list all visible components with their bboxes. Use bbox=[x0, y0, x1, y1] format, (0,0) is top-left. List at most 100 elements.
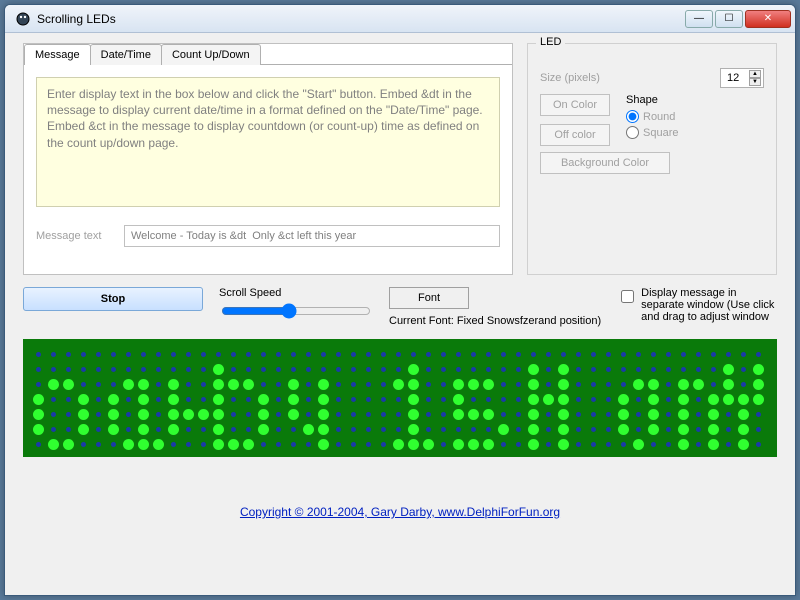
led-dot bbox=[528, 424, 539, 435]
led-dot bbox=[186, 367, 191, 372]
scroll-speed-slider[interactable] bbox=[221, 303, 371, 319]
background-color-button[interactable]: Background Color bbox=[540, 152, 670, 174]
size-input[interactable] bbox=[725, 71, 747, 85]
led-dot bbox=[453, 379, 464, 390]
led-dot bbox=[591, 442, 596, 447]
shape-round-radio[interactable]: Round bbox=[626, 110, 678, 123]
led-dot bbox=[201, 382, 206, 387]
led-dot bbox=[198, 409, 209, 420]
led-dot bbox=[738, 424, 749, 435]
led-dot bbox=[351, 352, 356, 357]
led-dot bbox=[108, 394, 119, 405]
led-dot bbox=[711, 352, 716, 357]
led-dot bbox=[156, 397, 161, 402]
on-color-button[interactable]: On Color bbox=[540, 94, 610, 116]
separate-window-checkbox[interactable]: Display message in separate window (Use … bbox=[617, 287, 777, 323]
maximize-button[interactable]: ☐ bbox=[715, 10, 743, 28]
close-button[interactable]: ✕ bbox=[745, 10, 791, 28]
led-dot bbox=[141, 352, 146, 357]
font-button[interactable]: Font bbox=[389, 287, 469, 309]
separate-window-input[interactable] bbox=[621, 290, 634, 303]
led-dot bbox=[336, 412, 341, 417]
tab-countupdown[interactable]: Count Up/Down bbox=[161, 44, 261, 65]
stop-button[interactable]: Stop bbox=[23, 287, 203, 311]
led-dot bbox=[453, 394, 464, 405]
led-dot bbox=[753, 394, 764, 405]
led-dot bbox=[681, 352, 686, 357]
led-dot bbox=[168, 394, 179, 405]
led-dot bbox=[201, 397, 206, 402]
led-dot bbox=[351, 442, 356, 447]
led-dot bbox=[441, 397, 446, 402]
size-down-button[interactable]: ▼ bbox=[749, 78, 761, 86]
led-dot bbox=[246, 397, 251, 402]
size-up-button[interactable]: ▲ bbox=[749, 70, 761, 78]
led-dot bbox=[213, 379, 224, 390]
led-settings-group: LED Size (pixels) ▲ ▼ On Color bbox=[527, 43, 777, 275]
titlebar[interactable]: Scrolling LEDs — ☐ ✕ bbox=[5, 5, 795, 33]
led-dot bbox=[351, 412, 356, 417]
led-dot bbox=[111, 442, 116, 447]
led-dot bbox=[276, 352, 281, 357]
shape-square-input[interactable] bbox=[626, 126, 639, 139]
copyright-link[interactable]: Copyright © 2001-2004, Gary Darby, www.D… bbox=[240, 505, 560, 519]
led-dot bbox=[138, 379, 149, 390]
led-dot bbox=[558, 424, 569, 435]
led-dot bbox=[261, 442, 266, 447]
led-dot bbox=[516, 352, 521, 357]
led-dot bbox=[666, 352, 671, 357]
led-dot bbox=[666, 382, 671, 387]
led-dot bbox=[213, 424, 224, 435]
led-dot bbox=[441, 442, 446, 447]
led-dot bbox=[306, 367, 311, 372]
led-dot bbox=[498, 424, 509, 435]
led-dot bbox=[186, 427, 191, 432]
led-dot bbox=[351, 427, 356, 432]
led-dot bbox=[408, 409, 419, 420]
led-dot bbox=[258, 409, 269, 420]
led-dot bbox=[171, 352, 176, 357]
led-dot bbox=[501, 382, 506, 387]
led-dot bbox=[168, 409, 179, 420]
led-dot bbox=[426, 397, 431, 402]
led-dot bbox=[201, 367, 206, 372]
shape-square-radio[interactable]: Square bbox=[626, 126, 678, 139]
size-spinner[interactable]: ▲ ▼ bbox=[720, 68, 764, 88]
minimize-button[interactable]: — bbox=[685, 10, 713, 28]
led-dot bbox=[726, 352, 731, 357]
led-dot bbox=[351, 367, 356, 372]
led-dot bbox=[111, 367, 116, 372]
copyright-line: Copyright © 2001-2004, Gary Darby, www.D… bbox=[23, 505, 777, 519]
led-dot bbox=[66, 412, 71, 417]
led-dot bbox=[576, 442, 581, 447]
led-dot bbox=[516, 427, 521, 432]
led-dot bbox=[723, 364, 734, 375]
led-dot bbox=[678, 409, 689, 420]
led-dot bbox=[516, 382, 521, 387]
led-dot bbox=[648, 424, 659, 435]
led-dot bbox=[366, 397, 371, 402]
led-dot bbox=[591, 367, 596, 372]
tab-message[interactable]: Message bbox=[24, 44, 91, 65]
off-color-button[interactable]: Off color bbox=[540, 124, 610, 146]
led-dot bbox=[741, 352, 746, 357]
led-dot bbox=[243, 379, 254, 390]
shape-round-input[interactable] bbox=[626, 110, 639, 123]
led-dot bbox=[636, 397, 641, 402]
led-dot bbox=[216, 352, 221, 357]
led-dot bbox=[606, 427, 611, 432]
led-dot bbox=[426, 412, 431, 417]
tab-datetime[interactable]: Date/Time bbox=[90, 44, 162, 65]
led-dot bbox=[678, 379, 689, 390]
led-dot bbox=[528, 379, 539, 390]
led-dot bbox=[543, 394, 554, 405]
led-dot bbox=[528, 409, 539, 420]
led-dot bbox=[261, 352, 266, 357]
led-dot bbox=[291, 442, 296, 447]
tab-body-message: Enter display text in the box below and … bbox=[24, 64, 512, 274]
led-dot bbox=[393, 439, 404, 450]
led-dot bbox=[516, 442, 521, 447]
led-dot bbox=[306, 412, 311, 417]
led-dot bbox=[138, 439, 149, 450]
message-text-input[interactable] bbox=[124, 225, 500, 247]
